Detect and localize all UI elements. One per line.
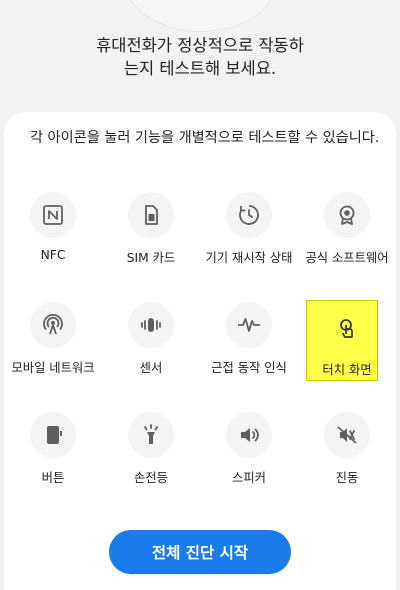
start-full-diagnosis-button[interactable]: 전체 진단 시작 [109, 530, 291, 574]
test-label: SIM 카드 [126, 251, 176, 265]
test-label: 손전등 [134, 471, 168, 485]
test-tile-button[interactable]: 버튼 [4, 402, 102, 502]
test-tile-proximity-gesture[interactable]: 근접 동작 인식 [200, 292, 298, 392]
test-label: 터치 화면 [322, 363, 372, 377]
test-label: 스피커 [232, 471, 266, 485]
test-tile-mobile-network[interactable]: 모바일 네트워크 [4, 292, 102, 392]
vibration-icon [337, 426, 357, 444]
top-area: 휴대전화가 정상적으로 작동하 는지 테스트해 보세요. [0, 0, 400, 110]
test-label: 공식 소프트웨어 [305, 251, 389, 265]
test-tile-touch-screen[interactable]: 터치 화면 [298, 292, 396, 392]
test-tile-flashlight[interactable]: 손전등 [102, 402, 200, 502]
nfc-icon [43, 205, 63, 225]
test-label: 기기 재시작 상태 [205, 251, 293, 265]
button-icon [47, 426, 62, 444]
test-tile-speaker[interactable]: 스피커 [200, 402, 298, 502]
test-tile-restart-status[interactable]: 기기 재시작 상태 [200, 182, 298, 282]
test-tile-nfc[interactable]: NFC [4, 182, 102, 282]
instructions-text: 각 아이콘을 눌러 기능을 개별적으로 테스트할 수 있습니다. [30, 130, 380, 146]
test-label: 모바일 네트워크 [11, 361, 95, 375]
speaker-icon [241, 428, 259, 442]
test-label: NFC [40, 248, 66, 262]
test-label: 센서 [139, 361, 163, 375]
proximity-gesture-icon [238, 318, 260, 332]
test-tile-official-software[interactable]: 공식 소프트웨어 [298, 182, 396, 282]
test-label: 근접 동작 인식 [211, 361, 287, 375]
test-tile-sensor[interactable]: 센서 [102, 292, 200, 392]
test-label: 진동 [335, 471, 359, 485]
flashlight-icon [144, 424, 158, 444]
headline-line-1: 휴대전화가 정상적으로 작동하 [96, 36, 304, 55]
restart-status-icon [239, 205, 259, 225]
top-decoration [125, 0, 277, 32]
test-tile-vibration[interactable]: 진동 [298, 402, 396, 502]
diagnostics-card: 각 아이콘을 눌러 기능을 개별적으로 테스트할 수 있습니다. NFC SIM… [4, 112, 396, 590]
headline: 휴대전화가 정상적으로 작동하 는지 테스트해 보세요. [0, 34, 400, 80]
touch-screen-icon [340, 319, 353, 338]
test-tile-sim-card[interactable]: SIM 카드 [102, 182, 200, 282]
test-label: 버튼 [41, 471, 65, 485]
sim-card-icon [145, 205, 158, 225]
official-software-badge-icon [339, 205, 355, 225]
sensor-icon [141, 318, 161, 332]
headline-line-2: 는지 테스트해 보세요. [123, 59, 277, 78]
mobile-network-icon [43, 314, 63, 335]
